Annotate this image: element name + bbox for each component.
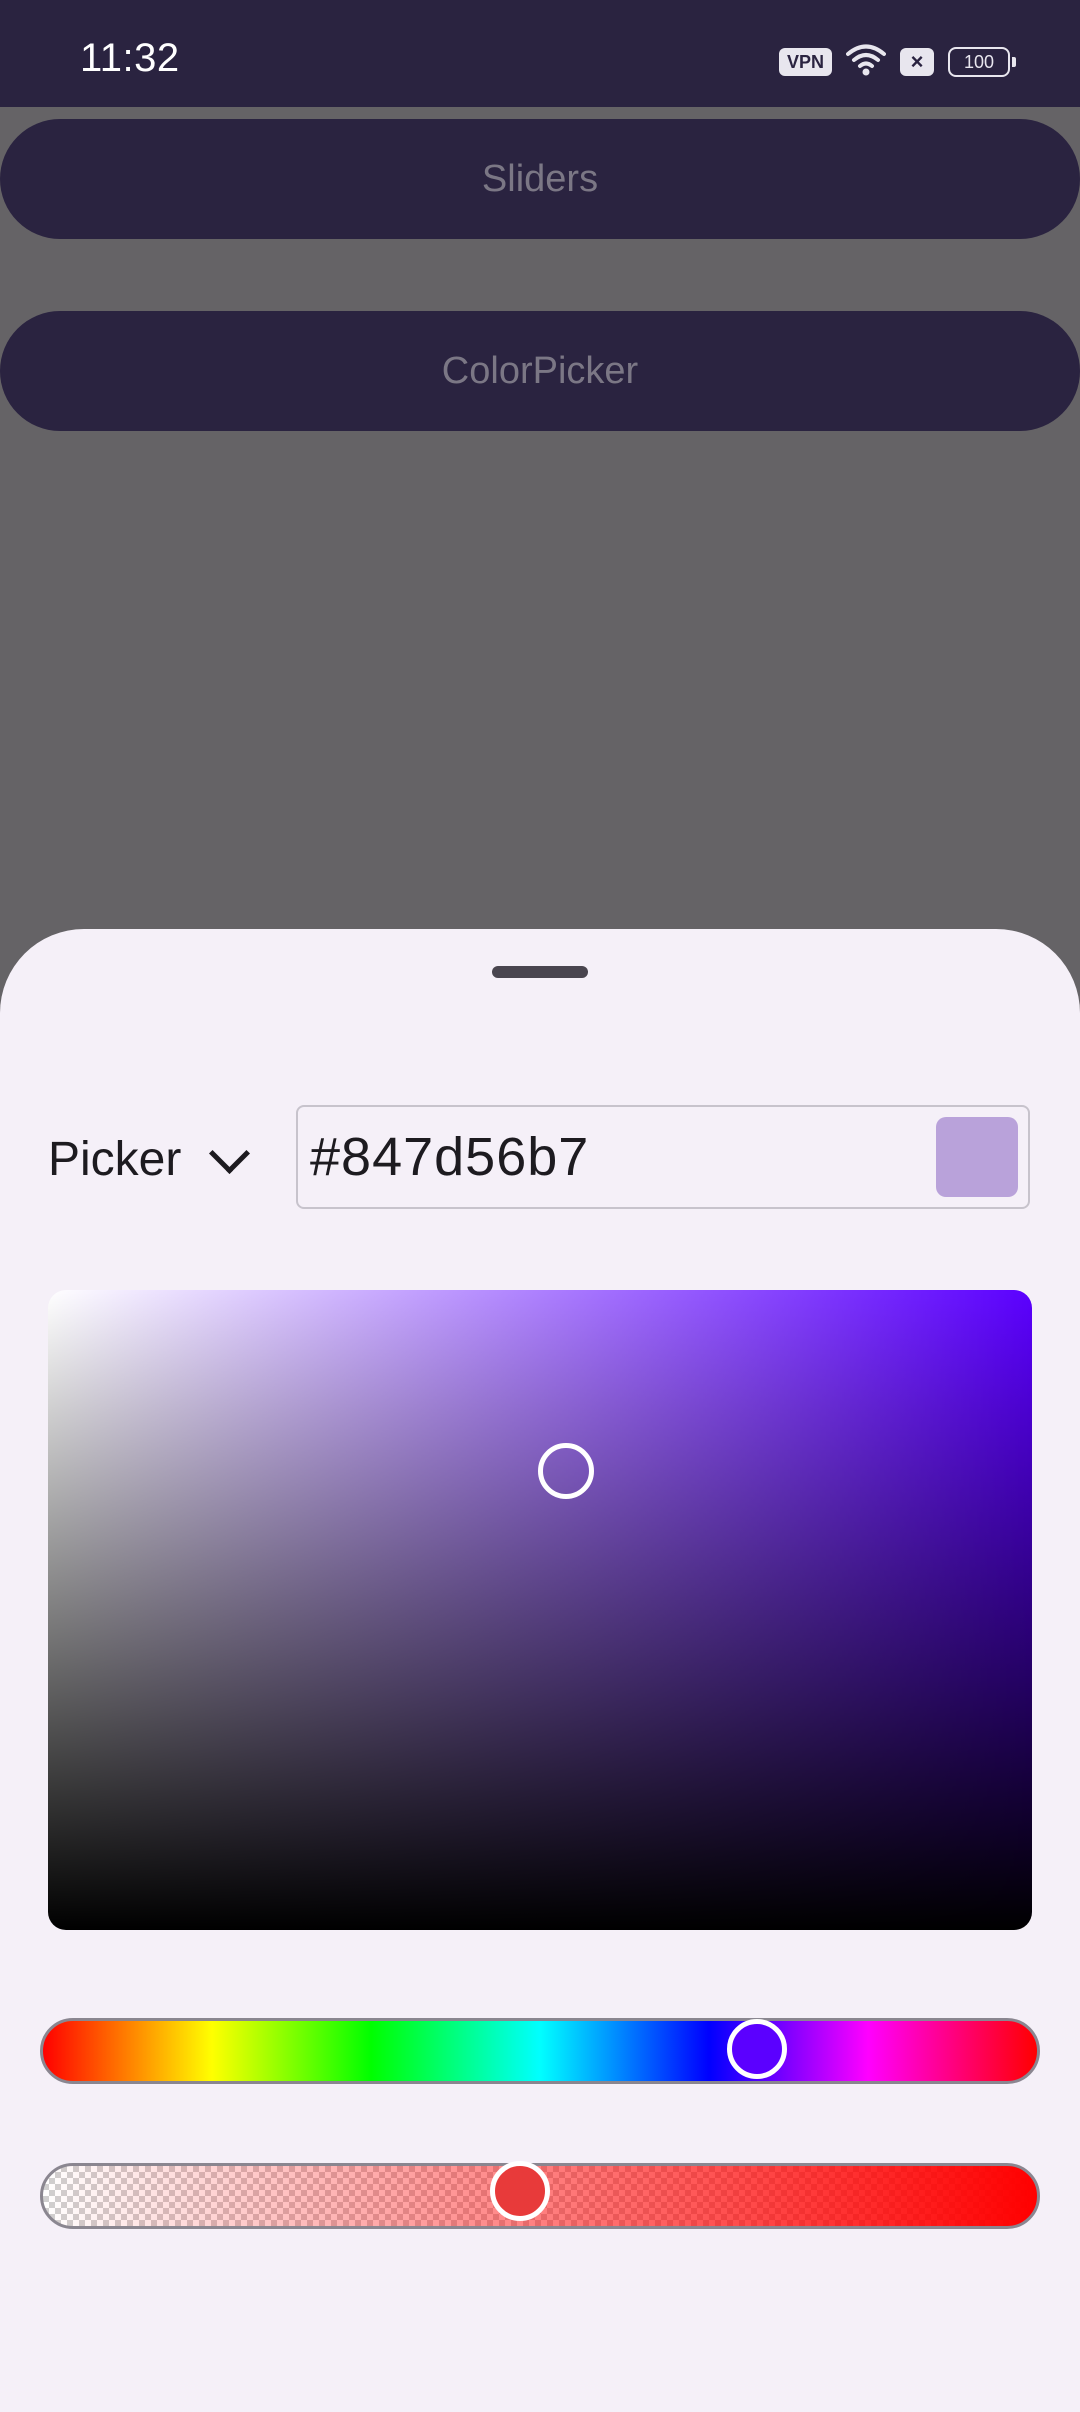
hex-input[interactable]: #847d56b7 xyxy=(296,1105,1030,1209)
status-time: 11:32 xyxy=(80,36,180,80)
status-icons: VPN × 100 xyxy=(778,42,1016,82)
mode-dropdown[interactable]: Picker xyxy=(48,1119,251,1199)
colorpicker-button[interactable]: ColorPicker xyxy=(0,311,1080,431)
hue-handle[interactable] xyxy=(727,2019,787,2079)
color-preview-swatch xyxy=(936,1117,1018,1197)
saturation-value-picker[interactable] xyxy=(48,1290,1032,1930)
mode-label: Picker xyxy=(48,1132,182,1186)
battery-icon: 100 xyxy=(948,47,1016,77)
hue-slider[interactable] xyxy=(40,2018,1040,2084)
saturation-value-handle[interactable] xyxy=(538,1443,594,1499)
color-picker-sheet: Picker #847d56b7 xyxy=(0,929,1080,2412)
no-sim-icon: × xyxy=(900,48,934,76)
sliders-button[interactable]: Sliders xyxy=(0,119,1080,239)
sheet-drag-handle[interactable] xyxy=(492,966,588,978)
wifi-icon xyxy=(846,43,886,82)
status-bar: 11:32 VPN × 100 xyxy=(0,0,1080,107)
hex-value: #847d56b7 xyxy=(310,1127,590,1187)
chevron-down-icon xyxy=(209,1132,251,1174)
alpha-handle[interactable] xyxy=(490,2161,550,2221)
vpn-icon: VPN xyxy=(778,48,832,76)
